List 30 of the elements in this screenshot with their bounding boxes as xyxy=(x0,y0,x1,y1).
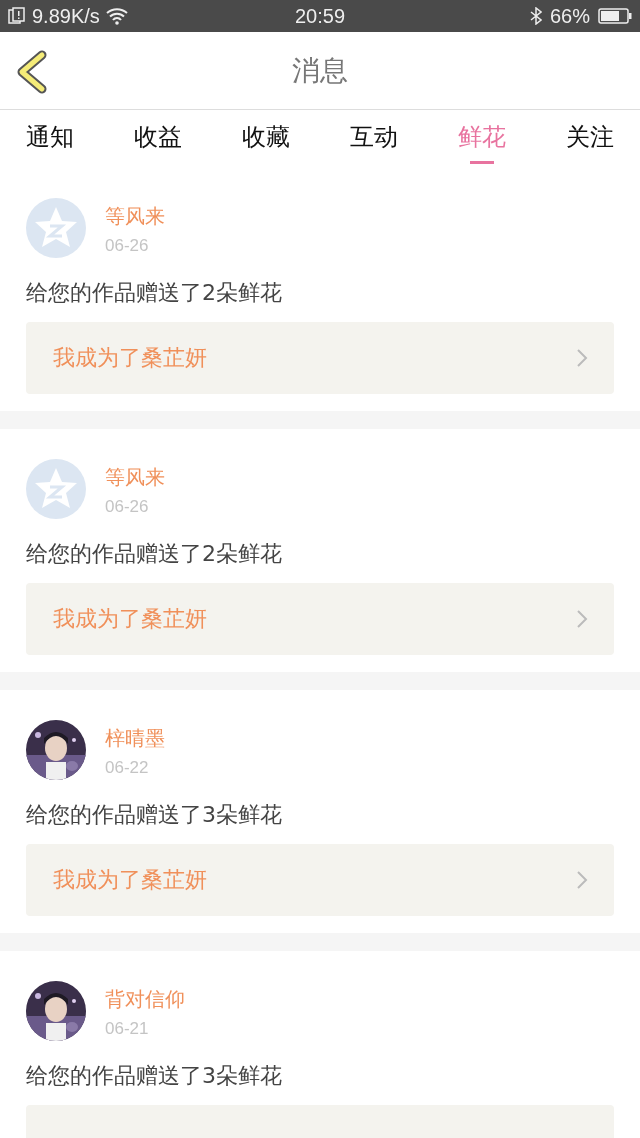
battery-percent: 66% xyxy=(549,4,590,28)
tab[interactable]: 互动 xyxy=(350,110,398,168)
battery-icon xyxy=(598,8,632,24)
message-text: 给您的作品赠送了3朵鲜花 xyxy=(26,1062,283,1090)
message-text: 给您的作品赠送了2朵鲜花 xyxy=(26,540,283,568)
tab[interactable]: 收藏 xyxy=(242,110,290,168)
sender-name: 梓晴墨 xyxy=(105,725,165,752)
message-date: 06-26 xyxy=(105,236,150,256)
chevron-right-icon xyxy=(576,609,588,629)
message-text: 给您的作品赠送了2朵鲜花 xyxy=(26,279,283,307)
chevron-right-icon xyxy=(576,348,588,368)
message-date: 06-26 xyxy=(105,497,150,517)
default-avatar-icon xyxy=(26,198,86,258)
page-title: 消息 xyxy=(292,52,348,89)
sender-name: 背对信仰 xyxy=(105,986,185,1013)
message-date: 06-22 xyxy=(105,758,150,778)
default-avatar-icon xyxy=(26,459,86,519)
bluetooth-icon xyxy=(529,7,542,25)
sender-name: 等风来 xyxy=(105,464,165,491)
network-speed: 9.89K/s xyxy=(32,4,100,28)
wifi-icon xyxy=(105,7,128,25)
tab[interactable]: 关注 xyxy=(566,110,614,168)
sim-icon xyxy=(8,7,26,25)
clock: 20:59 xyxy=(294,4,346,28)
message-text: 给您的作品赠送了3朵鲜花 xyxy=(26,801,283,829)
message-date: 06-21 xyxy=(105,1019,150,1039)
chevron-right-icon xyxy=(576,870,588,890)
sender-name: 等风来 xyxy=(105,203,165,230)
tab[interactable]: 通知 xyxy=(26,110,74,168)
tab[interactable]: 收益 xyxy=(134,110,182,168)
